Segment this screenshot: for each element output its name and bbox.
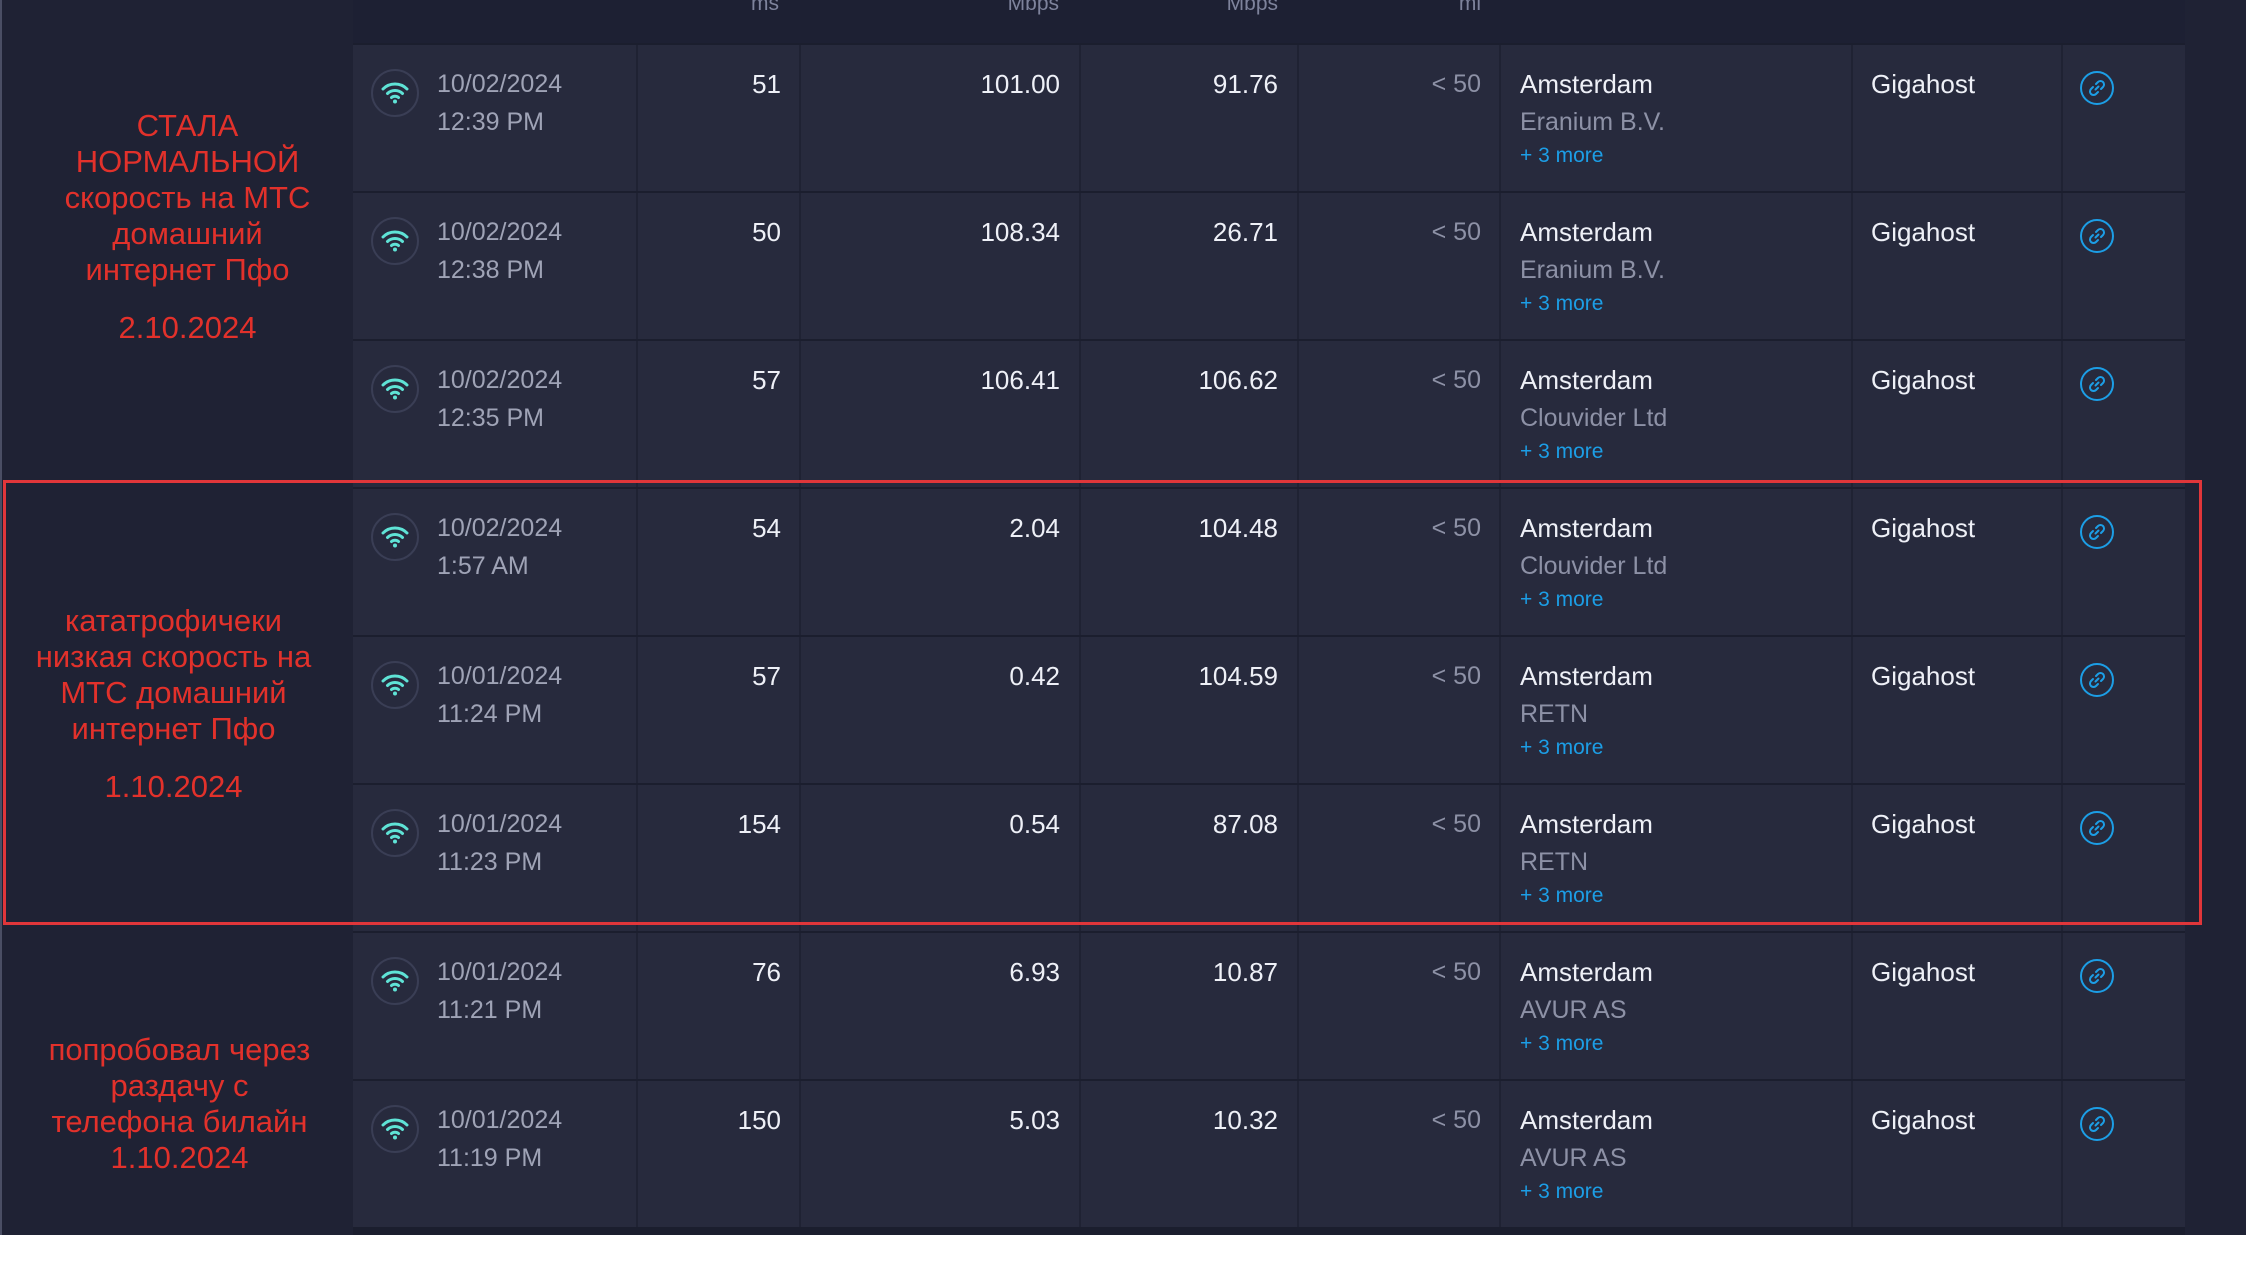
- upload-value: 106.62: [1198, 365, 1278, 395]
- annotation-line: интернет Пфо: [85, 252, 290, 287]
- wifi-icon: [371, 365, 419, 413]
- server-isp: Eranium B.V.: [1520, 256, 1665, 284]
- annotation-line: СТАЛА: [136, 108, 239, 143]
- distance-value: < 50: [1431, 218, 1481, 246]
- distance-value: < 50: [1431, 1106, 1481, 1134]
- more-servers-link[interactable]: + 3 more: [1520, 437, 1603, 467]
- result-date: 10/01/2024: [437, 1106, 563, 1134]
- annotation-line: домашний: [112, 216, 263, 251]
- table-row[interactable]: 10/01/2024 11:19 PM 150 5.03 10.32 < 50 Amster…: [353, 1079, 2185, 1227]
- more-servers-link[interactable]: + 3 more: [1520, 141, 1603, 171]
- result-time: 11:21 PM: [437, 996, 543, 1024]
- result-datetime[interactable]: 10/02/2024 12:38 PM: [437, 213, 562, 289]
- annotation-line: НОРМАЛЬНОЙ: [75, 144, 300, 179]
- link-icon[interactable]: [2080, 959, 2114, 993]
- more-servers-link[interactable]: + 3 more: [1520, 289, 1603, 319]
- server-isp: AVUR AS: [1520, 1144, 1627, 1172]
- table-row[interactable]: 10/01/2024 11:21 PM 76 6.93 10.87 < 50 Amsterd…: [353, 931, 2185, 1079]
- more-servers-link[interactable]: + 3 more: [1520, 1029, 1603, 1059]
- server-city: Amsterdam: [1520, 69, 1653, 99]
- server-city: Amsterdam: [1520, 1105, 1653, 1135]
- server-isp: Clouvider Ltd: [1520, 404, 1668, 432]
- result-date: 10/02/2024: [437, 218, 563, 246]
- left-edge: [0, 0, 2, 1235]
- result-time: 12:35 PM: [437, 404, 545, 432]
- annotation-date: 2.10.2024: [118, 310, 257, 345]
- ping-value: 57: [752, 365, 781, 395]
- result-time: 12:38 PM: [437, 256, 545, 284]
- download-value: 6.93: [1009, 957, 1060, 987]
- annotation-line: раздачу с: [110, 1068, 249, 1103]
- distance-unit: mi: [1458, 0, 1481, 15]
- provider-name: Gigahost: [1871, 365, 1976, 395]
- provider-name: Gigahost: [1871, 957, 1976, 987]
- highlight-box: [3, 480, 2202, 925]
- results-screen: ms Mbps Mbps mi 10/02/2024 12:39 PM 51 101.…: [0, 0, 2246, 1235]
- annotation-line: телефона билайн: [51, 1104, 308, 1139]
- upload-value: 91.76: [1212, 69, 1278, 99]
- ping-value: 76: [752, 957, 781, 987]
- link-icon[interactable]: [2080, 71, 2114, 105]
- download-value: 106.41: [980, 365, 1060, 395]
- result-datetime[interactable]: 10/01/2024 11:21 PM: [437, 953, 562, 1029]
- annotation-line: скорость на МТС: [64, 180, 311, 215]
- result-time: 12:39 PM: [437, 108, 545, 136]
- wifi-icon: [371, 1105, 419, 1153]
- annotation-line: 1.10.2024: [110, 1140, 249, 1175]
- server-city: Amsterdam: [1520, 957, 1653, 987]
- table-header: ms Mbps Mbps mi: [353, 0, 2185, 44]
- upload-value: 10.87: [1212, 957, 1278, 987]
- server-isp: Eranium B.V.: [1520, 108, 1665, 136]
- server-city: Amsterdam: [1520, 365, 1653, 395]
- distance-value: < 50: [1431, 366, 1481, 394]
- link-icon[interactable]: [2080, 219, 2114, 253]
- upload-value: 26.71: [1212, 217, 1278, 247]
- distance-value: < 50: [1431, 958, 1481, 986]
- table-row[interactable]: 10/02/2024 12:38 PM 50 108.34 26.71 < 50 Amste…: [353, 191, 2185, 339]
- result-date: 10/02/2024: [437, 70, 563, 98]
- more-servers-link[interactable]: + 3 more: [1520, 1177, 1603, 1207]
- ping-value: 50: [752, 217, 781, 247]
- table-row[interactable]: 10/02/2024 12:39 PM 51 101.00 91.76 < 50 Amste…: [353, 43, 2185, 191]
- distance-value: < 50: [1431, 70, 1481, 98]
- wifi-icon: [371, 957, 419, 1005]
- result-date: 10/02/2024: [437, 366, 563, 394]
- server-city: Amsterdam: [1520, 217, 1653, 247]
- annotation-beeline-tethering: попробовал через раздачу с телефона била…: [22, 1032, 337, 1176]
- table-row[interactable]: 10/02/2024 12:35 PM 57 106.41 106.62 < 50 Amst…: [353, 339, 2185, 487]
- annotation-line: попробовал через: [48, 1032, 311, 1067]
- ping-value: 51: [752, 69, 781, 99]
- provider-name: Gigahost: [1871, 69, 1976, 99]
- link-icon[interactable]: [2080, 1107, 2114, 1141]
- download-value: 101.00: [980, 69, 1060, 99]
- upload-value: 10.32: [1212, 1105, 1278, 1135]
- server-isp: AVUR AS: [1520, 996, 1627, 1024]
- provider-name: Gigahost: [1871, 1105, 1976, 1135]
- result-datetime[interactable]: 10/02/2024 12:39 PM: [437, 65, 562, 141]
- result-date: 10/01/2024: [437, 958, 563, 986]
- download-value: 108.34: [980, 217, 1060, 247]
- result-datetime[interactable]: 10/02/2024 12:35 PM: [437, 361, 562, 437]
- wifi-icon: [371, 217, 419, 265]
- download-value: 5.03: [1009, 1105, 1060, 1135]
- result-time: 11:19 PM: [437, 1144, 543, 1172]
- wifi-icon: [371, 69, 419, 117]
- ping-value: 150: [737, 1105, 781, 1135]
- link-icon[interactable]: [2080, 367, 2114, 401]
- result-datetime[interactable]: 10/01/2024 11:19 PM: [437, 1101, 562, 1177]
- provider-name: Gigahost: [1871, 217, 1976, 247]
- annotation-normal-speed: СТАЛА НОРМАЛЬНОЙ скорость на МТС домашни…: [30, 108, 345, 346]
